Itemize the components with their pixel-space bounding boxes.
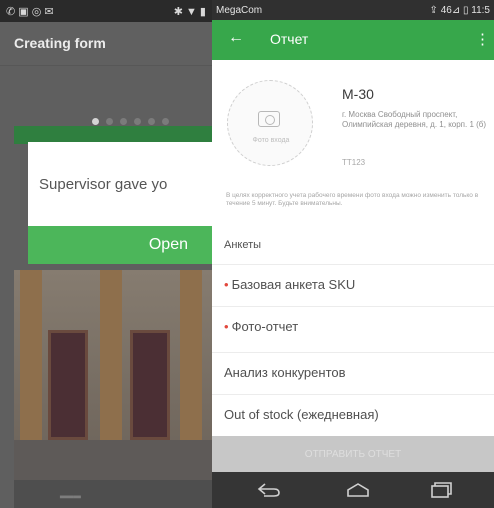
store-code: ТТ123 (342, 158, 366, 167)
system-nav-bar (212, 472, 494, 508)
screen-title: Отчет (270, 31, 309, 47)
supervisor-dialog: Supervisor gave yo Open (28, 142, 212, 264)
door (130, 330, 170, 440)
list-item-label: Out of stock (ежедневная) (224, 407, 379, 422)
pager-dot[interactable] (134, 118, 141, 125)
left-bottom-text: ▂▂▂ (60, 488, 81, 498)
list-item-label: • Фото-отчет (224, 319, 298, 334)
required-bullet-icon: • (224, 277, 229, 292)
list-item-form-photo[interactable]: • Фото-отчет (212, 306, 494, 346)
nav-back-icon[interactable] (256, 481, 282, 499)
pager-dot[interactable] (148, 118, 155, 125)
right-status-bar: MegaCom ⇪ 46⊿ ▯ 11:5 (212, 0, 494, 20)
entrance-photo-placeholder[interactable]: Фото входа (227, 80, 313, 166)
nav-recent-apps-icon[interactable] (428, 481, 454, 499)
status-indicators: ⇪ 46⊿ ▯ 11:5 (429, 4, 490, 16)
camera-icon (258, 111, 280, 127)
left-phone-screen: ✆ ▣ ◎ ✉ ✱ ▼ ▮ Creating form ▂▂▂ Supervis… (0, 0, 212, 508)
right-phone-screen: MegaCom ⇪ 46⊿ ▯ 11:5 ← Отчет ⋮ Фото вход… (212, 0, 494, 508)
more-menu-icon[interactable]: ⋮ (475, 30, 490, 48)
pager-dots (92, 118, 169, 125)
column (180, 270, 202, 460)
list-item-label: • Базовая анкета SKU (224, 277, 355, 292)
forms-section-header: Анкеты (212, 236, 494, 256)
pager-dot-active[interactable] (92, 118, 99, 125)
screenshot-root: ✆ ▣ ◎ ✉ ✱ ▼ ▮ Creating form ▂▂▂ Supervis… (0, 0, 494, 508)
photo-caption: Фото входа (252, 137, 290, 144)
left-status-bar: ✆ ▣ ◎ ✉ ✱ ▼ ▮ (0, 0, 212, 22)
building-facade (14, 270, 212, 480)
carrier-name: MegaCom (216, 4, 263, 16)
pager-dot[interactable] (120, 118, 127, 125)
store-address: г. Москва Свободный проспект, Олимпийска… (342, 110, 487, 129)
required-bullet-icon: • (224, 319, 229, 334)
list-item-form-competitors[interactable]: Анализ конкурентов (212, 352, 494, 392)
app-bar: ← Отчет ⋮ (212, 20, 494, 60)
photo-edit-note: В целях корректного учета рабочего време… (226, 192, 479, 207)
send-report-button[interactable]: ОТПРАВИТЬ ОТЧЕТ (212, 436, 494, 472)
back-arrow-icon[interactable]: ← (228, 29, 244, 47)
open-button[interactable]: Open (28, 226, 212, 264)
list-item-label: Анализ конкурентов (224, 365, 346, 380)
door (48, 330, 88, 440)
list-item-form-sku[interactable]: • Базовая анкета SKU (212, 264, 494, 304)
pager-dot[interactable] (162, 118, 169, 125)
pager-dot[interactable] (106, 118, 113, 125)
column (100, 270, 122, 460)
steps (14, 440, 212, 480)
left-app-bar: Creating form (0, 22, 212, 66)
section-title: Анкеты (224, 239, 262, 251)
left-bottom-bar: ▂▂▂ (14, 480, 212, 508)
column (20, 270, 42, 460)
page-title: Creating form (14, 35, 106, 51)
left-status-icons: ✆ ▣ ◎ ✉ (6, 5, 54, 18)
form-label: Фото-отчет (231, 319, 299, 334)
dialog-message: Supervisor gave yo (39, 176, 168, 193)
nav-home-icon[interactable] (345, 481, 371, 499)
form-label: Базовая анкета SKU (231, 277, 356, 292)
store-name: М-30 (342, 86, 374, 102)
list-item-form-out-of-stock[interactable]: Out of stock (ежедневная) (212, 394, 494, 434)
storefront-photo (14, 270, 212, 480)
left-status-right: ✱ ▼ ▮ (173, 5, 206, 18)
